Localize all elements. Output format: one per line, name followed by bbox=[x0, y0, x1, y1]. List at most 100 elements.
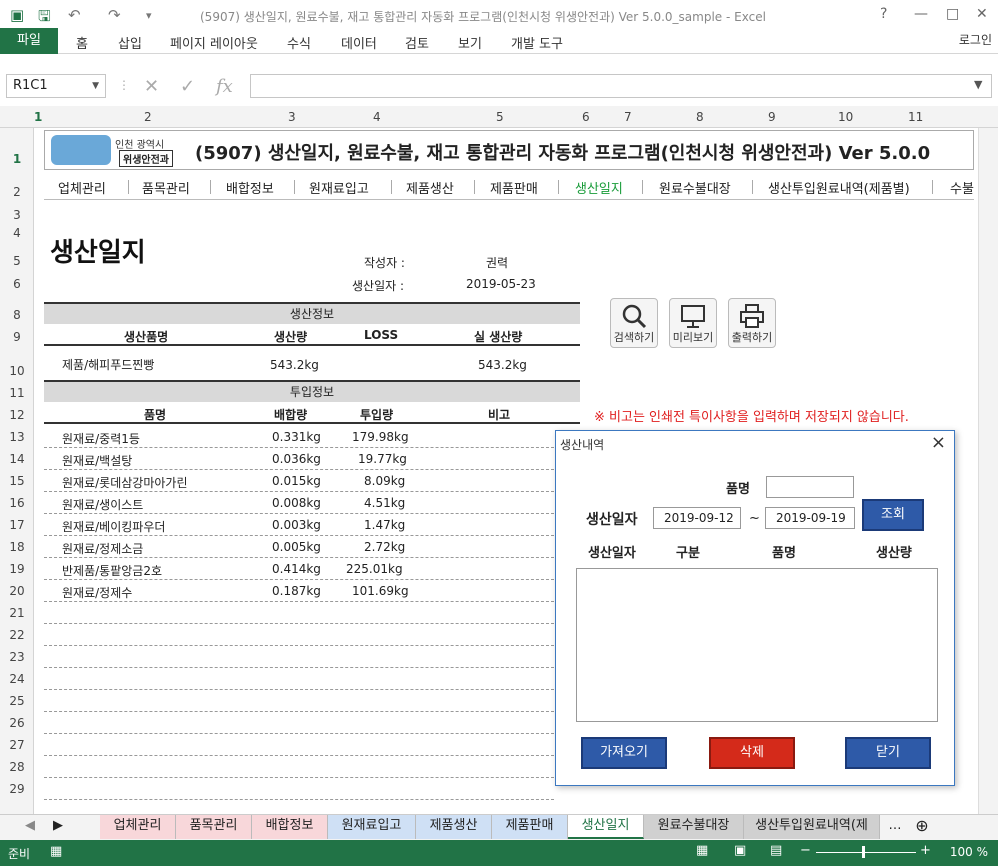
page-layout-view-icon[interactable]: ▣ bbox=[734, 843, 746, 858]
formula-input[interactable] bbox=[250, 74, 992, 98]
row-header-8[interactable]: 8 bbox=[0, 308, 34, 322]
column-header-2[interactable]: 2 bbox=[144, 110, 152, 124]
nav-item-items[interactable]: 품목관리 bbox=[142, 178, 190, 197]
row-header-12[interactable]: 12 bbox=[0, 408, 34, 422]
tab-file[interactable]: 파일 bbox=[0, 28, 58, 54]
nav-item-recipes[interactable]: 배합정보 bbox=[226, 178, 274, 197]
normal-view-icon[interactable]: ▦ bbox=[696, 843, 708, 858]
query-button[interactable]: 조회 bbox=[862, 499, 924, 531]
next-sheet-icon[interactable]: ▶ bbox=[48, 815, 68, 839]
row-header-26[interactable]: 26 bbox=[0, 716, 34, 730]
row-header-1[interactable]: 1 bbox=[0, 152, 34, 166]
nav-item-material-ledger[interactable]: 원료수불대장 bbox=[659, 178, 731, 197]
row-header-15[interactable]: 15 bbox=[0, 474, 34, 488]
row-header-2[interactable]: 2 bbox=[0, 185, 34, 199]
zoom-level[interactable]: 100 % bbox=[950, 845, 988, 859]
cancel-icon[interactable]: ✕ bbox=[144, 76, 159, 97]
vertical-scrollbar[interactable] bbox=[978, 128, 998, 818]
nav-item-vendors[interactable]: 업체관리 bbox=[58, 178, 106, 197]
sheet-tab-material-in[interactable]: 원재료입고 bbox=[328, 815, 416, 839]
item-name-field[interactable] bbox=[766, 476, 854, 498]
more-sheets-icon[interactable]: … bbox=[884, 815, 906, 839]
row-header-3[interactable]: 3 bbox=[0, 208, 34, 222]
tab-page-layout[interactable]: 페이지 레이아웃 bbox=[170, 33, 258, 52]
customize-qat-icon[interactable]: ▾ bbox=[146, 9, 152, 22]
close-button[interactable]: 닫기 bbox=[845, 737, 931, 769]
row-header-9[interactable]: 9 bbox=[0, 330, 34, 344]
sheet-tab-vendors[interactable]: 업체관리 bbox=[100, 815, 176, 839]
row-header-20[interactable]: 20 bbox=[0, 584, 34, 598]
nav-item-material-in[interactable]: 원재료입고 bbox=[309, 178, 369, 197]
row-header-17[interactable]: 17 bbox=[0, 518, 34, 532]
tab-developer[interactable]: 개발 도구 bbox=[511, 33, 563, 52]
column-header-5[interactable]: 5 bbox=[496, 110, 504, 124]
column-header-3[interactable]: 3 bbox=[288, 110, 296, 124]
row-header-29[interactable]: 29 bbox=[0, 782, 34, 796]
row-header-24[interactable]: 24 bbox=[0, 672, 34, 686]
row-header-21[interactable]: 21 bbox=[0, 606, 34, 620]
tab-review[interactable]: 검토 bbox=[405, 33, 429, 52]
row-header-16[interactable]: 16 bbox=[0, 496, 34, 510]
row-header-25[interactable]: 25 bbox=[0, 694, 34, 708]
print-button[interactable]: 출력하기 bbox=[728, 298, 776, 348]
zoom-slider[interactable] bbox=[816, 852, 916, 853]
column-header-10[interactable]: 10 bbox=[838, 110, 853, 124]
delete-button[interactable]: 삭제 bbox=[709, 737, 795, 769]
tab-data[interactable]: 데이터 bbox=[341, 33, 377, 52]
column-header-11[interactable]: 11 bbox=[908, 110, 923, 124]
help-button[interactable]: ? bbox=[880, 6, 887, 22]
row-header-14[interactable]: 14 bbox=[0, 452, 34, 466]
column-header-9[interactable]: 9 bbox=[768, 110, 776, 124]
zoom-out-icon[interactable]: − bbox=[800, 843, 811, 858]
sheet-tab-production-log[interactable]: 생산일지 bbox=[568, 815, 644, 839]
restore-button[interactable]: □ bbox=[946, 6, 959, 22]
enter-icon[interactable]: ✓ bbox=[180, 76, 195, 97]
sheet-tab-material-ledger[interactable]: 원료수불대장 bbox=[644, 815, 744, 839]
row-header-23[interactable]: 23 bbox=[0, 650, 34, 664]
minimize-button[interactable]: — bbox=[914, 6, 928, 22]
row-header-18[interactable]: 18 bbox=[0, 540, 34, 554]
chevron-down-icon[interactable]: ▼ bbox=[92, 75, 99, 97]
date-to-field[interactable]: 2019-09-19 bbox=[765, 507, 855, 529]
column-header-7[interactable]: 7 bbox=[624, 110, 632, 124]
row-header-10[interactable]: 10 bbox=[0, 364, 34, 378]
nav-item-production[interactable]: 제품생산 bbox=[406, 178, 454, 197]
row-header-19[interactable]: 19 bbox=[0, 562, 34, 576]
tab-view[interactable]: 보기 bbox=[458, 33, 482, 52]
zoom-slider-thumb[interactable] bbox=[862, 846, 865, 858]
nav-item-more[interactable]: 수불 bbox=[950, 178, 974, 197]
preview-button[interactable]: 미리보기 bbox=[669, 298, 717, 348]
results-listbox[interactable] bbox=[576, 568, 938, 722]
column-header-4[interactable]: 4 bbox=[373, 110, 381, 124]
name-box[interactable]: R1C1 ▼ bbox=[6, 74, 106, 98]
insert-function-icon[interactable]: fx bbox=[216, 76, 233, 97]
sheet-tab-sales[interactable]: 제품판매 bbox=[492, 815, 568, 839]
date-from-field[interactable]: 2019-09-12 bbox=[653, 507, 741, 529]
prev-sheet-icon[interactable]: ◀ bbox=[20, 815, 40, 839]
nav-item-production-log[interactable]: 생산일지 bbox=[575, 178, 623, 197]
nav-item-sales[interactable]: 제품판매 bbox=[490, 178, 538, 197]
macro-record-icon[interactable]: ▦ bbox=[50, 844, 62, 859]
sheet-tab-recipes[interactable]: 배합정보 bbox=[252, 815, 328, 839]
sheet-tab-production[interactable]: 제품생산 bbox=[416, 815, 492, 839]
row-header-27[interactable]: 27 bbox=[0, 738, 34, 752]
sheet-tab-items[interactable]: 품목관리 bbox=[176, 815, 252, 839]
add-sheet-icon[interactable]: ⊕ bbox=[910, 815, 934, 839]
tab-home[interactable]: 홈 bbox=[76, 33, 88, 52]
login-link[interactable]: 로그인 bbox=[959, 31, 992, 48]
dialog-close-icon[interactable]: × bbox=[931, 432, 946, 453]
search-button[interactable]: 검색하기 bbox=[610, 298, 658, 348]
row-header-6[interactable]: 6 bbox=[0, 277, 34, 291]
tab-insert[interactable]: 삽입 bbox=[118, 33, 142, 52]
fetch-button[interactable]: 가져오기 bbox=[581, 737, 667, 769]
row-header-13[interactable]: 13 bbox=[0, 430, 34, 444]
page-break-view-icon[interactable]: ▤ bbox=[770, 843, 782, 858]
row-header-4[interactable]: 4 bbox=[0, 226, 34, 240]
redo-icon[interactable]: ↷ bbox=[108, 6, 121, 24]
expand-formula-icon[interactable]: ▼ bbox=[974, 78, 982, 91]
column-header-8[interactable]: 8 bbox=[696, 110, 704, 124]
row-header-22[interactable]: 22 bbox=[0, 628, 34, 642]
sheet-tab-input-by-product[interactable]: 생산투입원료내역(제 bbox=[744, 815, 880, 839]
row-header-11[interactable]: 11 bbox=[0, 386, 34, 400]
undo-icon[interactable]: ↶ bbox=[68, 6, 81, 24]
